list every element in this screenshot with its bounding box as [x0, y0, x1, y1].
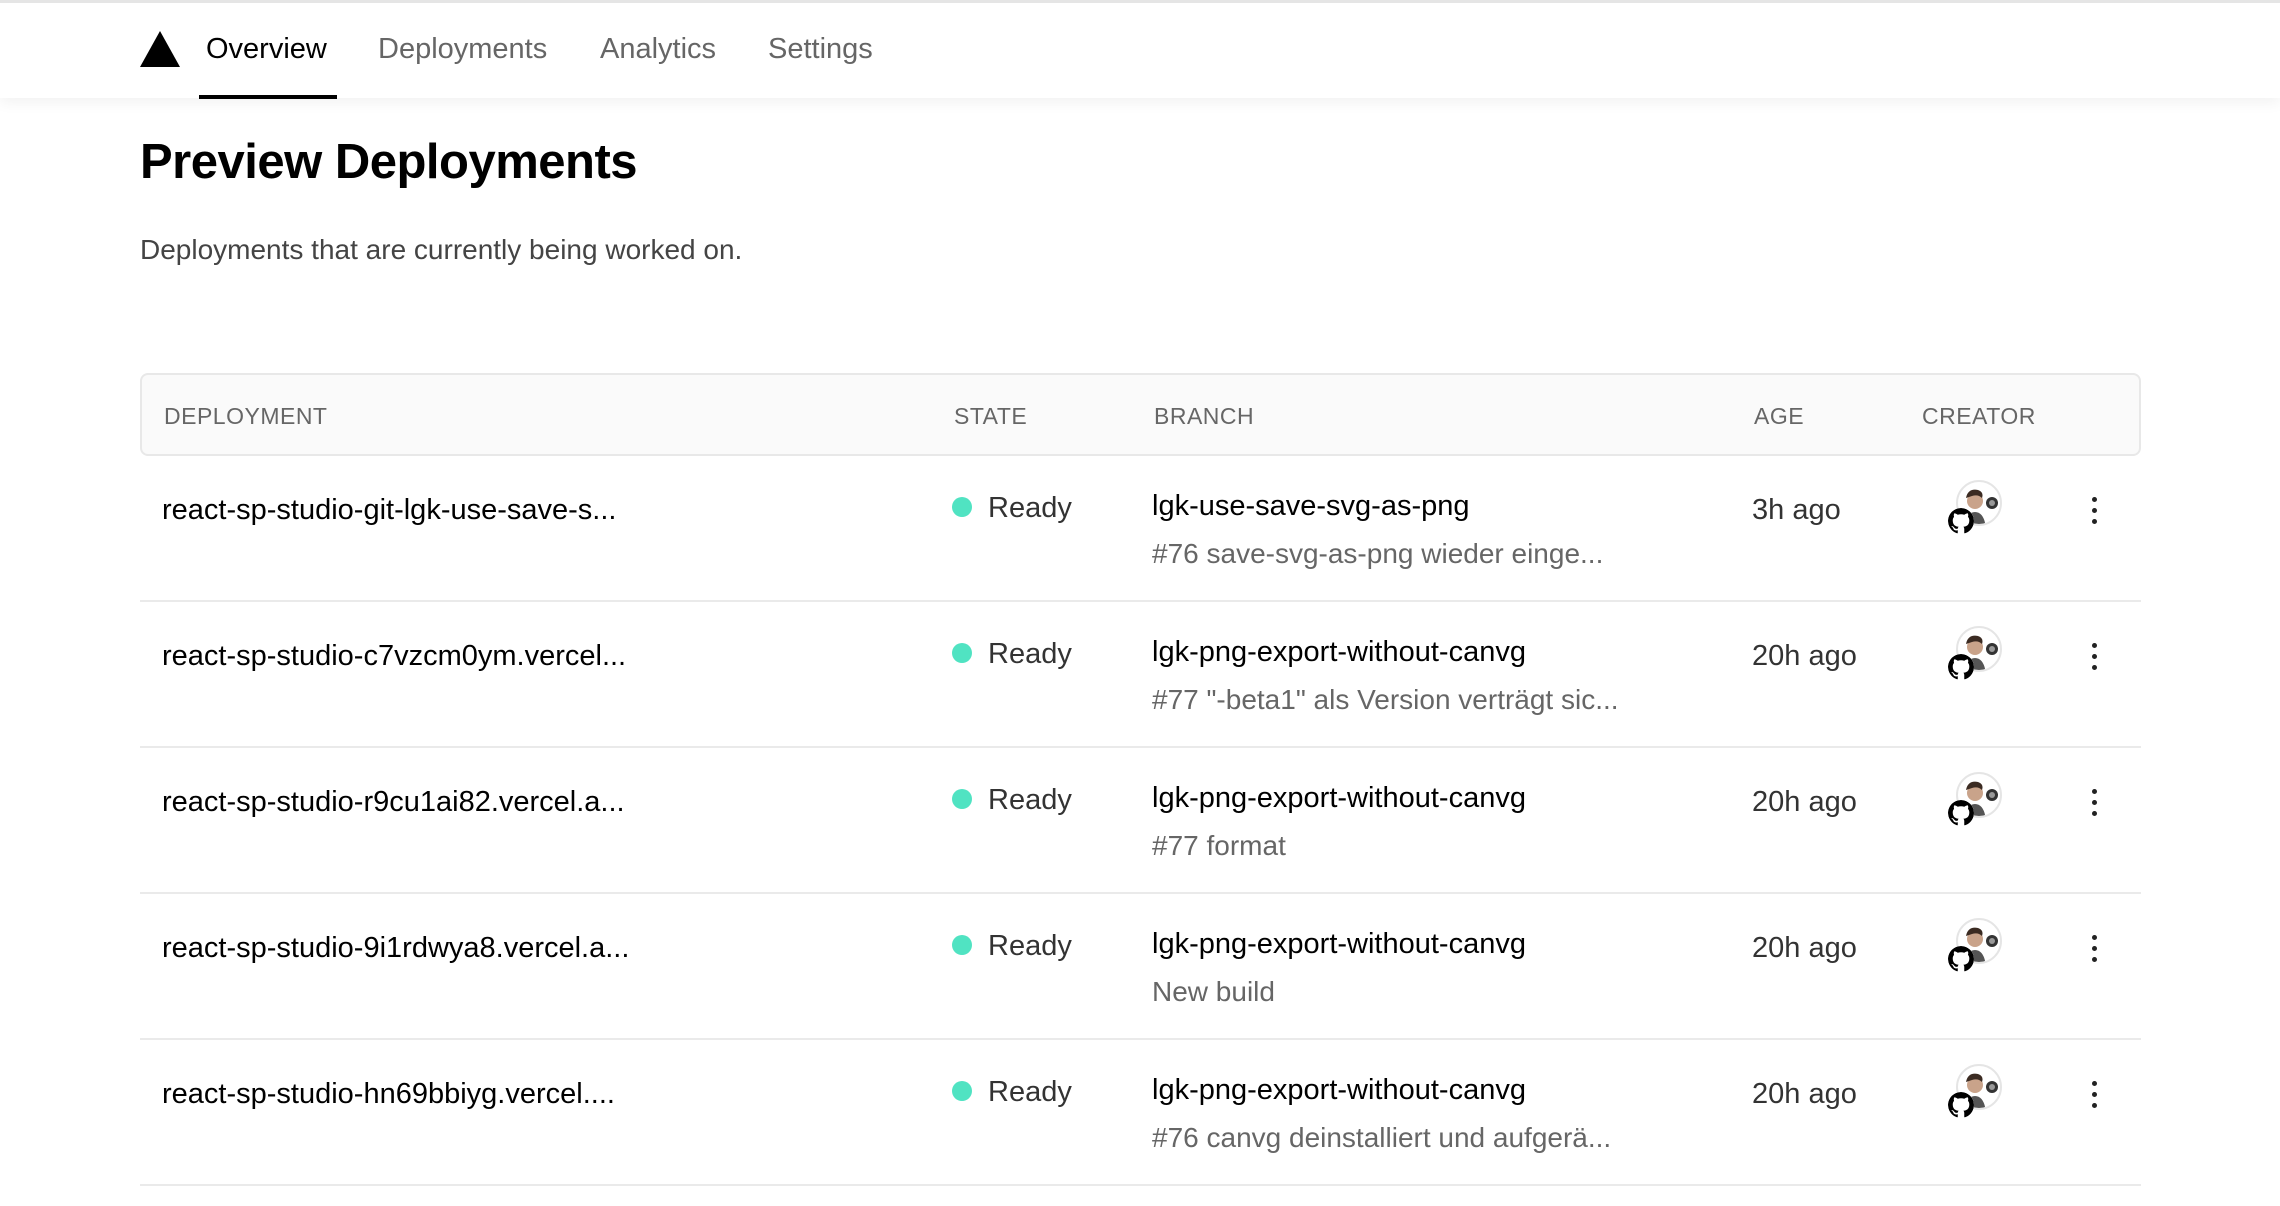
more-vertical-icon[interactable] — [2084, 932, 2104, 968]
branch-name[interactable]: lgk-use-save-svg-as-png — [1152, 490, 1470, 523]
state-label: Ready — [988, 492, 1072, 524]
state-cell: Ready — [952, 1076, 1072, 1109]
age-text: 20h ago — [1752, 786, 1857, 818]
branch-name[interactable]: lgk-png-export-without-canvg — [1152, 1074, 1526, 1107]
state-label: Ready — [988, 638, 1072, 670]
column-header-deployment: DEPLOYMENT — [164, 403, 328, 429]
deployment-url[interactable]: react-sp-studio-r9cu1ai82.vercel.a... — [162, 786, 625, 819]
age-text: 20h ago — [1752, 932, 1857, 964]
state-cell: Ready — [952, 638, 1072, 671]
more-vertical-icon[interactable] — [2084, 1078, 2104, 1114]
tab-settings[interactable]: Settings — [768, 33, 873, 66]
age-text: 3h ago — [1752, 494, 1841, 526]
more-vertical-icon[interactable] — [2084, 494, 2104, 530]
state-cell: Ready — [952, 784, 1072, 817]
status-ready-dot — [952, 934, 972, 955]
more-vertical-icon[interactable] — [2084, 640, 2104, 676]
github-icon — [1948, 508, 1974, 534]
deployment-url[interactable]: react-sp-studio-9i1rdwya8.vercel.a... — [162, 932, 629, 965]
column-header-branch: BRANCH — [1154, 403, 1255, 429]
age-text: 20h ago — [1752, 1078, 1857, 1110]
tab-overview[interactable]: Overview — [206, 33, 327, 66]
state-cell: Ready — [952, 492, 1072, 525]
commit-message[interactable]: #76 canvg deinstalliert und aufgerä... — [1152, 1122, 1611, 1154]
age-text: 20h ago — [1752, 640, 1857, 672]
table-row[interactable]: react-sp-studio-c7vzcm0ym.vercel... Read… — [140, 602, 2141, 748]
table-row[interactable]: react-sp-studio-9i1rdwya8.vercel.a... Re… — [140, 894, 2141, 1040]
branch-name[interactable]: lgk-png-export-without-canvg — [1152, 782, 1526, 815]
github-icon — [1948, 946, 1974, 972]
more-vertical-icon[interactable] — [2084, 786, 2104, 822]
commit-message[interactable]: #77 "-beta1" als Version verträgt sic... — [1152, 684, 1619, 716]
top-navigation: Overview Deployments Analytics Settings — [0, 0, 2280, 99]
tab-analytics[interactable]: Analytics — [600, 33, 716, 66]
creator-avatar-group[interactable] — [1948, 480, 2004, 536]
commit-message[interactable]: New build — [1152, 976, 1275, 1008]
triangle-logo-icon[interactable] — [140, 31, 180, 67]
column-header-creator: CREATOR — [1922, 403, 2036, 429]
status-ready-dot — [952, 496, 972, 517]
state-cell: Ready — [952, 930, 1072, 963]
status-ready-dot — [952, 788, 972, 809]
tab-deployments[interactable]: Deployments — [378, 33, 547, 66]
creator-avatar-group[interactable] — [1948, 772, 2004, 828]
state-label: Ready — [988, 930, 1072, 962]
table-row[interactable]: react-sp-studio-hn69bbiyg.vercel.... Rea… — [140, 1040, 2141, 1186]
github-icon — [1948, 800, 1974, 826]
creator-avatar-group[interactable] — [1948, 1064, 2004, 1120]
deployment-url[interactable]: react-sp-studio-c7vzcm0ym.vercel... — [162, 640, 626, 673]
active-tab-indicator — [199, 95, 337, 99]
table-row[interactable]: react-sp-studio-git-lgk-use-save-s... Re… — [140, 456, 2141, 602]
page-subtitle: Deployments that are currently being wor… — [140, 234, 743, 265]
creator-avatar-group[interactable] — [1948, 918, 2004, 974]
github-icon — [1948, 1092, 1974, 1118]
page-title: Preview Deployments — [140, 135, 638, 189]
column-header-state: STATE — [954, 403, 1028, 429]
branch-name[interactable]: lgk-png-export-without-canvg — [1152, 636, 1526, 669]
commit-message[interactable]: #77 format — [1152, 830, 1286, 862]
branch-name[interactable]: lgk-png-export-without-canvg — [1152, 928, 1526, 961]
status-ready-dot — [952, 1080, 972, 1101]
table-row[interactable]: react-sp-studio-r9cu1ai82.vercel.a... Re… — [140, 748, 2141, 894]
github-icon — [1948, 654, 1974, 680]
state-label: Ready — [988, 784, 1072, 816]
creator-avatar-group[interactable] — [1948, 626, 2004, 682]
deployment-url[interactable]: react-sp-studio-hn69bbiyg.vercel.... — [162, 1078, 615, 1111]
column-header-age: AGE — [1754, 403, 1805, 429]
state-label: Ready — [988, 1076, 1072, 1108]
commit-message[interactable]: #76 save-svg-as-png wieder einge... — [1152, 538, 1603, 570]
deployment-url[interactable]: react-sp-studio-git-lgk-use-save-s... — [162, 494, 616, 527]
status-ready-dot — [952, 642, 972, 663]
table-header: DEPLOYMENT STATE BRANCH AGE CREATOR — [140, 373, 2141, 456]
